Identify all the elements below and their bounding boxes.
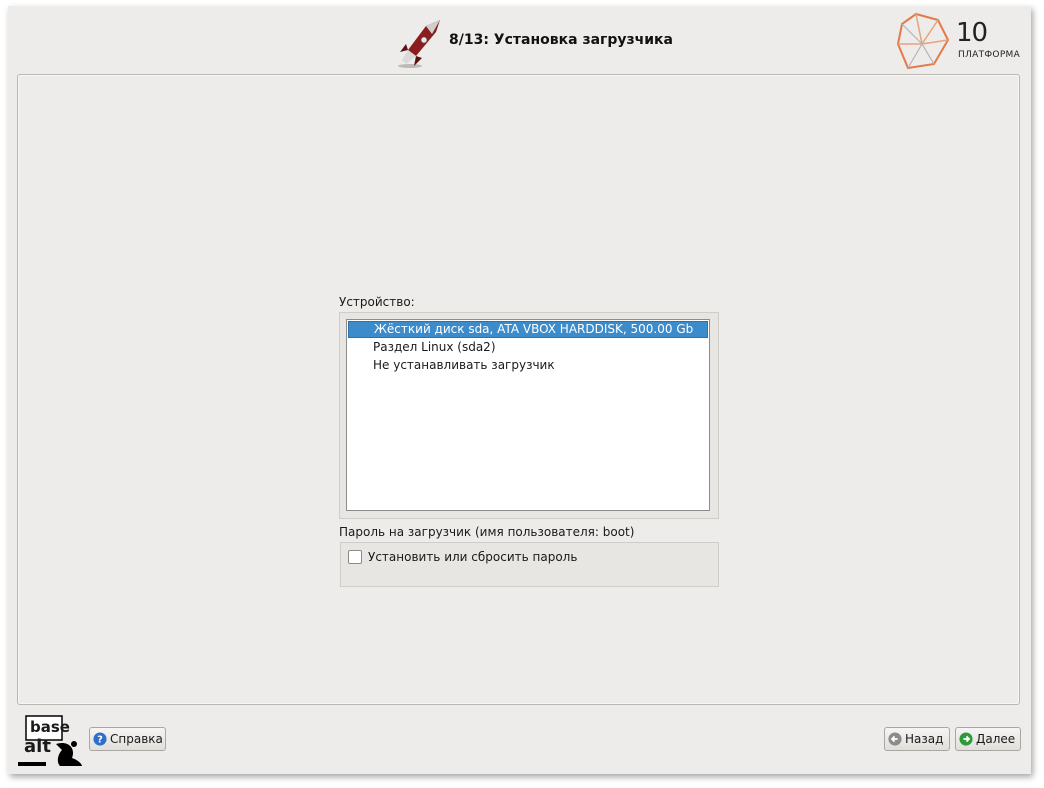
help-button-label: Справка: [110, 732, 163, 746]
set-password-checkbox[interactable]: [348, 550, 362, 564]
password-frame: Установить или сбросить пароль: [340, 542, 719, 587]
back-button-label: Назад: [905, 732, 944, 746]
device-list[interactable]: Жёсткий диск sda, ATA VBOX HARDDISK, 500…: [346, 319, 710, 511]
device-label: Устройство:: [339, 295, 415, 309]
basealt-bottom-text: alt: [24, 736, 51, 757]
platform-logo: 10 ПЛАТФОРМА: [894, 10, 1026, 74]
next-button[interactable]: Далее: [955, 727, 1021, 751]
help-button[interactable]: ? Справка: [89, 727, 166, 751]
device-frame: Жёсткий диск sda, ATA VBOX HARDDISK, 500…: [339, 312, 719, 519]
content-panel: Устройство: Жёсткий диск sda, ATA VBOX H…: [17, 74, 1020, 705]
set-password-label[interactable]: Установить или сбросить пароль: [368, 550, 577, 564]
platform-label: ПЛАТФОРМА: [958, 50, 1021, 60]
svg-text:?: ?: [97, 735, 103, 746]
platform-logo-icon: [896, 12, 950, 70]
device-item-sda2[interactable]: Раздел Linux (sda2): [348, 339, 708, 356]
installer-window: 8/13: Установка загрузчика 10 ПЛАТФОРМА …: [8, 6, 1031, 774]
password-label: Пароль на загрузчик (имя пользователя: b…: [339, 525, 635, 539]
device-item-none[interactable]: Не устанавливать загрузчик: [348, 357, 708, 374]
help-icon: ?: [93, 732, 107, 746]
rocket-icon: [398, 20, 440, 68]
back-button[interactable]: Назад: [884, 727, 950, 751]
page-title: 8/13: Установка загрузчика: [449, 32, 673, 48]
basealt-logo: base alt: [16, 714, 88, 770]
device-item-sda[interactable]: Жёсткий диск sda, ATA VBOX HARDDISK, 500…: [348, 321, 708, 338]
platform-number: 10: [956, 18, 988, 48]
basealt-top-text: base: [30, 718, 70, 736]
arrow-left-icon: [888, 732, 902, 746]
arrow-right-icon: [959, 732, 973, 746]
next-button-label: Далее: [976, 732, 1016, 746]
